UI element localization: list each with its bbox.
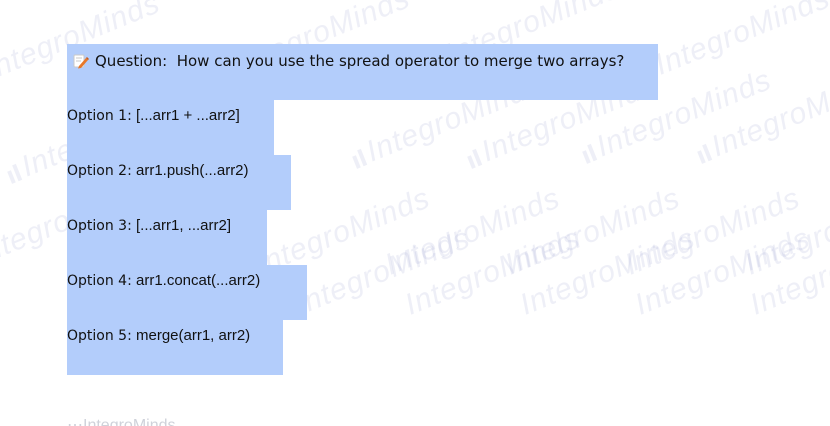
page: IntegroMinds IntegroMinds IntegroMinds I… — [0, 0, 830, 426]
question-label: Question: — [95, 52, 168, 70]
quiz-content: Question: How can you use the spread ope… — [0, 0, 830, 426]
option-value: arr1.push(...arr2) — [135, 162, 249, 179]
pencil-icon — [73, 53, 89, 69]
option-value: arr1.concat(...arr2) — [135, 272, 261, 289]
option-label: Option 4: — [67, 273, 132, 289]
option-label: Option 1: — [67, 108, 132, 124]
question-text: How can you use the spread operator to m… — [176, 52, 625, 70]
option-label: Option 2: — [67, 163, 132, 179]
option-label: Option 5: — [67, 328, 132, 344]
option-3[interactable]: Option 3: [...arr1, ...arr2] — [67, 210, 267, 265]
question-line: Question: How can you use the spread ope… — [73, 52, 624, 70]
question-block: Question: How can you use the spread ope… — [67, 44, 658, 100]
option-5[interactable]: Option 5: merge(arr1, arr2) — [67, 320, 283, 375]
brand-dots-icon: ⋯ — [67, 417, 83, 426]
option-value: [...arr1 + ...arr2] — [135, 107, 240, 124]
option-4[interactable]: Option 4: arr1.concat(...arr2) — [67, 265, 307, 320]
option-value: [...arr1, ...arr2] — [135, 217, 232, 234]
footer-brand-logo: ⋯IntegroMinds — [67, 415, 176, 426]
option-2[interactable]: Option 2: arr1.push(...arr2) — [67, 155, 291, 210]
option-1[interactable]: Option 1: [...arr1 + ...arr2] — [67, 100, 274, 155]
option-value: merge(arr1, arr2) — [135, 327, 251, 344]
footer-brand-text: IntegroMinds — [83, 417, 176, 426]
option-label: Option 3: — [67, 218, 132, 234]
